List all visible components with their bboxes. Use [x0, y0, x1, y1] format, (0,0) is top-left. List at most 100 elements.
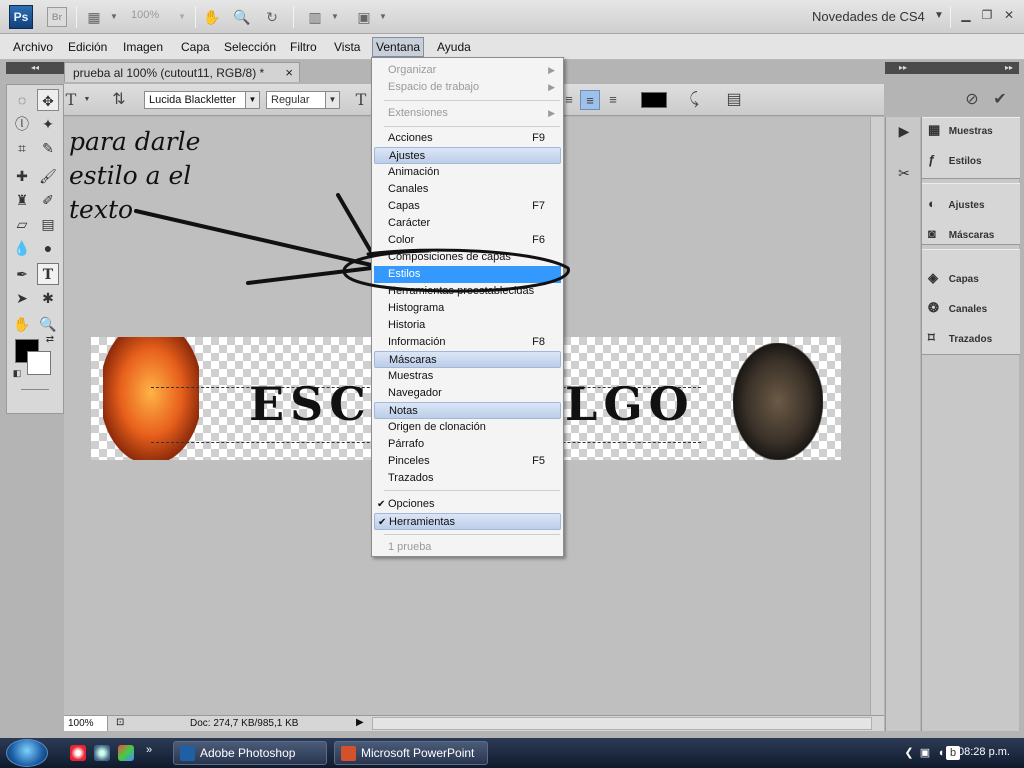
menu-item-herramientas[interactable]: ✔ Herramientas: [374, 513, 561, 530]
menu-item-herramientas-preestablecidas[interactable]: Herramientas preestablecidas: [374, 283, 561, 300]
menu-edicion[interactable]: Edición: [65, 39, 110, 55]
brush-tool-icon[interactable]: 🖌: [37, 165, 59, 187]
menu-item-historia[interactable]: Historia: [374, 317, 561, 334]
text-orientation-icon[interactable]: ⇅: [108, 90, 130, 110]
eyedropper-icon[interactable]: ✎: [37, 137, 59, 159]
swap-colors-icon[interactable]: ⇄: [43, 333, 57, 347]
hand-tool-icon[interactable]: ✋: [202, 8, 222, 26]
healing-brush-icon[interactable]: ✚: [11, 165, 33, 187]
zoom-tool-icon[interactable]: 🔍: [232, 8, 252, 26]
tray-expand-icon[interactable]: ❮: [902, 746, 916, 760]
view-extras-icon[interactable]: ▦: [84, 8, 104, 26]
rotate-view-icon[interactable]: ↻: [262, 8, 282, 26]
clone-stamp-icon[interactable]: ♜: [11, 189, 33, 211]
chevron-down-icon[interactable]: ▼: [934, 10, 944, 21]
menu-item-parrafo[interactable]: Párrafo: [374, 436, 561, 453]
status-menu-arrow-icon[interactable]: ▶: [356, 717, 364, 728]
menu-capa[interactable]: Capa: [178, 39, 213, 55]
quicklaunch-media-icon[interactable]: [94, 745, 110, 761]
gradient-tool-icon[interactable]: ▤: [37, 213, 59, 235]
menu-seleccion[interactable]: Selección: [221, 39, 279, 55]
menu-item-color[interactable]: Color F6: [374, 232, 561, 249]
status-info-icon[interactable]: ⊡: [116, 717, 124, 728]
menu-item-espacio-de-trabajo[interactable]: Espacio de trabajo ▶: [374, 79, 561, 96]
chevron-down-icon[interactable]: ▼: [82, 90, 92, 110]
screen-mode-icon[interactable]: ▣: [354, 8, 374, 26]
taskbar-clock[interactable]: 08:28 p.m.: [958, 746, 1010, 758]
bridge-button[interactable]: Br: [47, 7, 67, 27]
chevron-down-icon[interactable]: ▼: [245, 92, 259, 108]
menu-item-extensiones[interactable]: Extensiones ▶: [374, 105, 561, 122]
menu-item-histograma[interactable]: Histograma: [374, 300, 561, 317]
menu-item-pinceles[interactable]: Pinceles F5: [374, 453, 561, 470]
menu-imagen[interactable]: Imagen: [120, 39, 166, 55]
menu-item-caracter[interactable]: Carácter: [374, 215, 561, 232]
quicklaunch-paint-icon[interactable]: [118, 745, 134, 761]
font-family-select[interactable]: Lucida Blackletter ▼: [144, 91, 260, 109]
background-color-swatch[interactable]: [27, 351, 51, 375]
chevron-down-icon[interactable]: ▼: [325, 8, 345, 26]
menu-item-trazados[interactable]: Trazados: [374, 470, 561, 487]
panel-trazados[interactable]: ⌑ Trazados: [928, 328, 992, 348]
menu-item-organizar[interactable]: Organizar ▶: [374, 62, 561, 79]
path-selection-icon[interactable]: ➤: [11, 287, 33, 309]
close-icon[interactable]: ×: [285, 65, 293, 80]
panel-mascaras[interactable]: ◙ Máscaras: [928, 224, 994, 244]
menu-item-acciones[interactable]: Acciones F9: [374, 130, 561, 147]
menu-ventana[interactable]: Ventana: [372, 37, 425, 57]
type-tool-icon[interactable]: T: [37, 263, 59, 285]
zoom-level[interactable]: 100%: [131, 9, 159, 21]
character-paragraph-panel-icon[interactable]: ▤: [724, 90, 744, 110]
menu-item-mascaras[interactable]: Máscaras: [374, 351, 561, 368]
menu-item-muestras[interactable]: Muestras: [374, 368, 561, 385]
crop-tool-icon[interactable]: ⌗: [11, 137, 33, 159]
status-zoom[interactable]: 100%: [64, 716, 108, 731]
magic-wand-icon[interactable]: ✦: [37, 113, 59, 135]
menu-ayuda[interactable]: Ayuda: [434, 39, 474, 55]
font-style-select[interactable]: Regular ▼: [266, 91, 340, 109]
menu-item-ajustes[interactable]: Ajustes: [374, 147, 561, 164]
horizontal-scrollbar[interactable]: [372, 717, 872, 730]
menu-item-open-document[interactable]: 1 prueba: [374, 539, 561, 556]
restore-icon[interactable]: ❐: [980, 8, 994, 22]
align-right-icon[interactable]: ≡: [604, 90, 622, 110]
panel-estilos[interactable]: ƒ Estilos: [928, 150, 982, 170]
move-tool-icon[interactable]: ✥: [37, 89, 59, 111]
hand-tool-icon[interactable]: ✋: [11, 313, 33, 335]
taskbar-photoshop[interactable]: Adobe Photoshop CS4...: [173, 741, 327, 765]
marquee-tool-icon[interactable]: ◌: [11, 89, 33, 111]
start-button[interactable]: [6, 739, 48, 767]
warp-text-icon[interactable]: ⤹: [684, 90, 704, 110]
blur-tool-icon[interactable]: 💧: [11, 237, 33, 259]
taskbar-powerpoint[interactable]: Microsoft PowerPoint -...: [334, 741, 488, 765]
chevron-down-icon[interactable]: ▼: [373, 8, 393, 26]
vertical-scrollbar[interactable]: [870, 117, 884, 715]
arrange-documents-icon[interactable]: ▥: [305, 8, 325, 26]
panels-collapse-bar[interactable]: ▸▸: [921, 62, 1019, 74]
close-icon[interactable]: ✕: [1002, 8, 1016, 22]
zoom-tool-icon[interactable]: 🔍: [37, 313, 59, 335]
menu-item-navegador[interactable]: Navegador: [374, 385, 561, 402]
menu-item-estilos[interactable]: Estilos: [374, 266, 561, 283]
workspace-switcher[interactable]: Novedades de CS4: [812, 9, 925, 24]
document-tab[interactable]: prueba al 100% (cutout11, RGB/8) * ×: [64, 62, 300, 82]
shape-tool-icon[interactable]: ✱: [37, 287, 59, 309]
panel-ajustes[interactable]: ◐ Ajustes: [928, 194, 985, 214]
menu-item-canales[interactable]: Canales: [374, 181, 561, 198]
menu-item-composiciones-de-capas[interactable]: Composiciones de capas: [374, 249, 561, 266]
history-brush-icon[interactable]: ✐: [37, 189, 59, 211]
menu-item-capas[interactable]: Capas F7: [374, 198, 561, 215]
quicklaunch-browser-icon[interactable]: [70, 745, 86, 761]
quicklaunch-more-icon[interactable]: »: [146, 744, 152, 756]
panel-canales[interactable]: ❂ Canales: [928, 298, 987, 318]
chevron-down-icon[interactable]: ▼: [104, 8, 124, 26]
menu-item-informacion[interactable]: Información F8: [374, 334, 561, 351]
tray-network-icon[interactable]: ▣: [918, 746, 932, 760]
menu-vista[interactable]: Vista: [331, 39, 363, 55]
pen-tool-icon[interactable]: ✒: [11, 263, 33, 285]
eraser-icon[interactable]: ▱: [11, 213, 33, 235]
lasso-tool-icon[interactable]: ⓛ: [11, 113, 33, 135]
panel-capas[interactable]: ◈ Capas: [928, 268, 979, 288]
tools-collapse-bar[interactable]: ◂◂: [6, 62, 64, 74]
chevron-down-icon[interactable]: ▼: [325, 92, 339, 108]
